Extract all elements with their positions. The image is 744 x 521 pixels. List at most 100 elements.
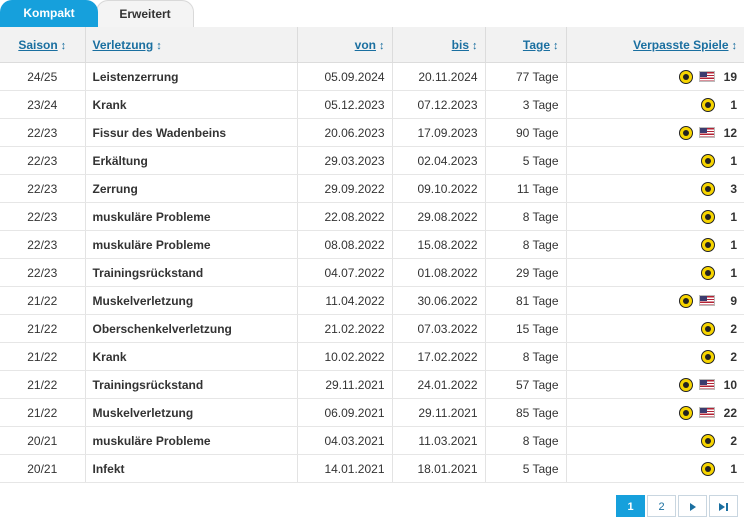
next-arrow-icon: [689, 503, 696, 512]
header-injury[interactable]: Verletzung ↕: [84, 27, 297, 63]
sort-icon[interactable]: ↕: [732, 40, 738, 52]
games-missed-group: 10: [574, 377, 737, 392]
club-crest-icon[interactable]: [679, 405, 693, 420]
club-crest-icon[interactable]: [701, 97, 715, 112]
injury-cell: Leistenzerrung: [84, 62, 297, 91]
sort-icon[interactable]: ↕: [379, 40, 385, 52]
club-crest-icon[interactable]: [701, 349, 715, 364]
injury-cell: Fissur des Wadenbeins: [84, 118, 297, 147]
games-missed-count: 1: [730, 153, 737, 168]
until-date-cell: 18.01.2021: [391, 454, 485, 483]
games-missed-cell: 9: [565, 286, 744, 315]
club-crest-icon[interactable]: [701, 461, 715, 476]
sort-from-link[interactable]: von: [355, 38, 376, 52]
next-page-button[interactable]: [678, 495, 707, 517]
games-missed-count: 12: [723, 125, 737, 140]
sort-icon[interactable]: ↕: [156, 40, 162, 52]
until-date-cell: 15.08.2022: [391, 230, 485, 259]
table-row: 21/22 Oberschenkelverletzung 21.02.2022 07.…: [0, 314, 744, 343]
season-cell: 22/23: [0, 118, 85, 147]
table-row: 21/22 Muskelverletzung 11.04.2022 30.06.202…: [0, 286, 744, 315]
games-missed-group: 3: [574, 181, 737, 196]
games-missed-cell: 1: [565, 454, 744, 483]
days-cell: 85 Tage: [484, 398, 566, 427]
injury-cell: muskuläre Probleme: [84, 426, 297, 455]
season-cell: 22/23: [0, 230, 85, 259]
last-bar-icon: [726, 503, 728, 512]
tab-bar: Erweitert Kompakt: [0, 0, 744, 27]
club-crest-icon[interactable]: [701, 433, 715, 448]
sort-days-link[interactable]: Tage: [523, 38, 550, 52]
season-cell: 21/22: [0, 342, 85, 371]
table-row: 21/22 Muskelverletzung 06.09.2021 29.11.202…: [0, 398, 744, 427]
last-arrow-icon: [719, 503, 725, 512]
tab-erweitert[interactable]: Erweitert: [96, 0, 194, 27]
page-button-2[interactable]: 2: [647, 495, 676, 517]
injury-cell: Muskelverletzung: [84, 398, 297, 427]
from-date-cell: 04.07.2022: [296, 258, 392, 287]
sort-season-link[interactable]: Saison: [18, 38, 57, 52]
days-cell: 5 Tage: [484, 454, 566, 483]
days-cell: 8 Tage: [484, 342, 566, 371]
games-missed-cell: 1: [565, 258, 744, 287]
from-date-cell: 29.11.2021: [296, 370, 392, 399]
games-missed-group: 2: [574, 433, 737, 448]
sort-icon[interactable]: ↕: [553, 40, 559, 52]
until-date-cell: 24.01.2022: [391, 370, 485, 399]
club-crest-icon[interactable]: [679, 69, 693, 84]
sort-until-link[interactable]: bis: [452, 38, 469, 52]
until-date-cell: 11.03.2021: [391, 426, 485, 455]
sort-injury-link[interactable]: Verletzung: [93, 38, 154, 52]
header-games-missed[interactable]: Verpasste Spiele ↕: [565, 27, 744, 63]
games-missed-group: 2: [574, 349, 737, 364]
last-page-button[interactable]: [709, 495, 738, 517]
games-missed-group: 1: [574, 265, 737, 280]
days-cell: 5 Tage: [484, 146, 566, 175]
games-missed-group: 9: [574, 293, 737, 308]
club-crest-icon[interactable]: [701, 321, 715, 336]
table-row: 22/23 Erkältung 29.03.2023 02.04.2023 5 Tage…: [0, 146, 744, 175]
sort-icon[interactable]: ↕: [472, 40, 478, 52]
sort-games-link[interactable]: Verpasste Spiele: [633, 38, 728, 52]
tab-kompakt[interactable]: Kompakt: [0, 0, 98, 27]
page-button-1[interactable]: 1: [616, 495, 645, 517]
club-crest-icon[interactable]: [679, 377, 693, 392]
from-date-cell: 05.09.2024: [296, 62, 392, 91]
from-date-cell: 10.02.2022: [296, 342, 392, 371]
season-cell: 21/22: [0, 398, 85, 427]
table-row: 22/23 muskuläre Probleme 08.08.2022 15.08.2…: [0, 230, 744, 259]
season-cell: 22/23: [0, 174, 85, 203]
us-flag-icon: [699, 127, 715, 138]
header-from[interactable]: von ↕: [296, 27, 392, 63]
header-season[interactable]: Saison ↕: [0, 27, 85, 63]
days-cell: 90 Tage: [484, 118, 566, 147]
club-crest-icon[interactable]: [679, 125, 693, 140]
until-date-cell: 07.12.2023: [391, 90, 485, 119]
club-crest-icon[interactable]: [701, 181, 715, 196]
header-days[interactable]: Tage ↕: [484, 27, 566, 63]
club-crest-icon[interactable]: [701, 209, 715, 224]
season-cell: 24/25: [0, 62, 85, 91]
from-date-cell: 08.08.2022: [296, 230, 392, 259]
games-missed-group: 1: [574, 461, 737, 476]
games-missed-count: 19: [723, 69, 737, 84]
season-cell: 22/23: [0, 202, 85, 231]
table-row: 21/22 Trainingsrückstand 29.11.2021 24.01.2…: [0, 370, 744, 399]
games-missed-count: 1: [730, 209, 737, 224]
club-crest-icon[interactable]: [701, 237, 715, 252]
until-date-cell: 29.11.2021: [391, 398, 485, 427]
games-missed-group: 2: [574, 321, 737, 336]
games-missed-group: 12: [574, 125, 737, 140]
until-date-cell: 30.06.2022: [391, 286, 485, 315]
days-cell: 57 Tage: [484, 370, 566, 399]
club-crest-icon[interactable]: [701, 265, 715, 280]
club-crest-icon[interactable]: [701, 153, 715, 168]
sort-icon[interactable]: ↕: [61, 40, 67, 52]
table-row: 22/23 Fissur des Wadenbeins 20.06.2023 17.0…: [0, 118, 744, 147]
games-missed-count: 1: [730, 461, 737, 476]
games-missed-group: 22: [574, 405, 737, 420]
table-body: 24/25 Leistenzerrung 05.09.2024 20.11.2024 7…: [0, 62, 744, 483]
header-until[interactable]: bis ↕: [391, 27, 485, 63]
club-crest-icon[interactable]: [679, 293, 693, 308]
games-missed-count: 1: [730, 265, 737, 280]
